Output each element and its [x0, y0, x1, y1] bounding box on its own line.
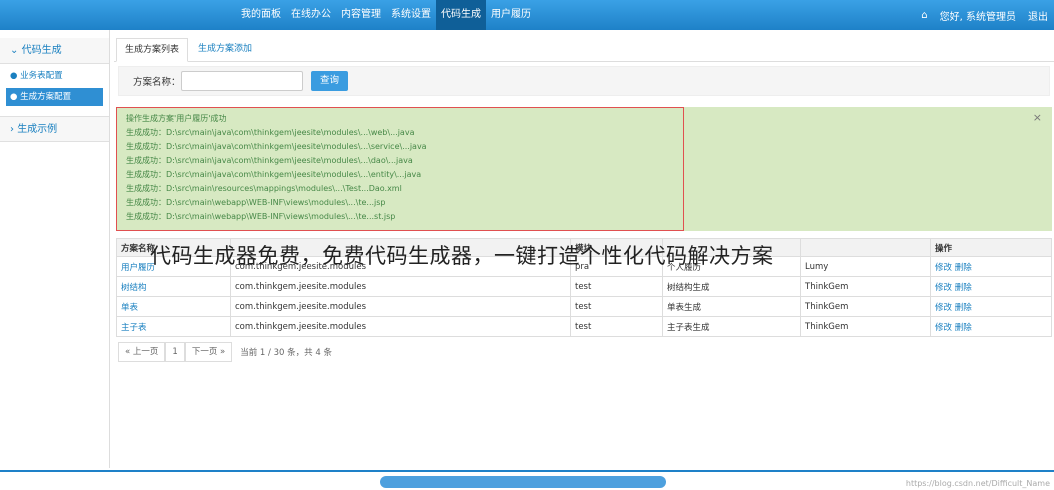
- redaction-scribble: [380, 476, 666, 488]
- prev-page-button[interactable]: « 上一页: [118, 342, 166, 362]
- alert-line: 生成成功：D:\src\main\webapp\WEB-INF\views\mo…: [126, 198, 386, 207]
- cell-function: 树结构生成: [662, 276, 801, 297]
- alert-line: 操作生成方案'用户履历'成功: [126, 114, 227, 123]
- cell-author: ThinkGem: [800, 296, 931, 317]
- col-actions: 操作: [930, 238, 1052, 257]
- alert-line: 生成成功：D:\src\main\java\com\thinkgem\jeesi…: [126, 128, 415, 137]
- cell-package: com.thinkgem.jeesite.modules: [230, 296, 571, 317]
- page-number-button[interactable]: 1: [165, 342, 185, 362]
- sidebar: ⌄ 代码生成 ● 业务表配置 ● 生成方案配置 › 生成示例: [0, 30, 110, 468]
- alert-line: 生成成功：D:\src\main\java\com\thinkgem\jeesi…: [126, 156, 413, 165]
- watermark: https://blog.csdn.net/Difficult_Name: [905, 479, 1050, 488]
- top-navbar: 我的面板 在线办公 内容管理 系统设置 代码生成 用户履历 ⌂ 您好, 系统管理…: [0, 0, 1054, 30]
- circle-arrow-icon: ●: [10, 71, 18, 81]
- circle-arrow-icon: ●: [10, 92, 18, 102]
- cell-function: 主子表生成: [662, 316, 801, 337]
- cell-package: com.thinkgem.jeesite.modules: [230, 276, 571, 297]
- success-alert: 操作生成方案'用户履历'成功 生成成功：D:\src\main\java\com…: [116, 107, 1052, 231]
- cell-author: ThinkGem: [800, 276, 931, 297]
- alert-line: 生成成功：D:\src\main\java\com\thinkgem\jeesi…: [126, 170, 422, 179]
- overlay-caption: 代码生成器免费，免费代码生成器，一键打造个性化代码解决方案: [150, 244, 774, 268]
- main-nav: 我的面板 在线办公 内容管理 系统设置 代码生成 用户履历: [236, 0, 536, 30]
- row-actions[interactable]: 修改 删除: [930, 256, 1052, 277]
- nav-system-settings[interactable]: 系统设置: [386, 0, 436, 30]
- pagination: « 上一页 1 下一页 » 当前 1 / 30 条，共 4 条: [118, 342, 332, 362]
- cell-package: com.thinkgem.jeesite.modules: [230, 316, 571, 337]
- bottom-divider: [0, 470, 1054, 472]
- alert-line: 生成成功：D:\src\main\resources\mappings\modu…: [126, 184, 402, 193]
- col-author: [800, 238, 931, 257]
- user-greeting[interactable]: 您好, 系统管理员: [934, 8, 1022, 23]
- chevron-down-icon: ⌄: [10, 45, 19, 56]
- search-bar: 方案名称： 查询: [118, 66, 1050, 96]
- chevron-right-icon: ›: [10, 124, 14, 135]
- cell-function: 单表生成: [662, 296, 801, 317]
- tab-scheme-list[interactable]: 生成方案列表: [116, 38, 189, 62]
- sidebar-item-label: 生成方案配置: [20, 92, 72, 102]
- row-actions[interactable]: 修改 删除: [930, 296, 1052, 317]
- row-actions[interactable]: 修改 删除: [930, 276, 1052, 297]
- sidebar-item-business-table[interactable]: ● 业务表配置: [6, 67, 103, 85]
- sidebar-section-examples[interactable]: › 生成示例: [0, 116, 109, 142]
- search-button[interactable]: 查询: [311, 71, 348, 91]
- nav-my-panel[interactable]: 我的面板: [236, 0, 286, 30]
- cell-module: test: [570, 296, 663, 317]
- tab-bar: 生成方案列表 生成方案添加: [114, 38, 1054, 62]
- scheme-name-link[interactable]: 主子表: [116, 316, 231, 337]
- nav-online-office[interactable]: 在线办公: [286, 0, 336, 30]
- cell-author: ThinkGem: [800, 316, 931, 337]
- next-page-button[interactable]: 下一页 »: [184, 342, 233, 362]
- row-actions[interactable]: 修改 删除: [930, 316, 1052, 337]
- logout-link[interactable]: 退出: [1022, 8, 1054, 23]
- table-row: 单表 com.thinkgem.jeesite.modules test 单表生…: [116, 296, 1052, 317]
- search-label: 方案名称：: [133, 77, 181, 88]
- cell-module: test: [570, 276, 663, 297]
- nav-user-history[interactable]: 用户履历: [486, 0, 536, 30]
- scheme-name-link[interactable]: 树结构: [116, 276, 231, 297]
- home-icon[interactable]: ⌂: [915, 10, 933, 21]
- nav-content-management[interactable]: 内容管理: [336, 0, 386, 30]
- scheme-name-input[interactable]: [181, 71, 303, 91]
- close-icon[interactable]: ×: [1033, 111, 1042, 124]
- table-row: 主子表 com.thinkgem.jeesite.modules test 主子…: [116, 316, 1052, 337]
- scheme-name-link[interactable]: 单表: [116, 296, 231, 317]
- sidebar-section-label: 生成示例: [17, 124, 58, 135]
- sidebar-section-code-gen[interactable]: ⌄ 代码生成: [0, 38, 109, 64]
- sidebar-section-label: 代码生成: [21, 45, 62, 56]
- pagination-info: 当前 1 / 30 条，共 4 条: [240, 348, 332, 358]
- sidebar-item-scheme-config[interactable]: ● 生成方案配置: [6, 88, 103, 106]
- alert-line: 生成成功：D:\src\main\java\com\thinkgem\jeesi…: [126, 142, 427, 151]
- top-right-area: ⌂ 您好, 系统管理员 退出: [915, 0, 1054, 30]
- cell-module: test: [570, 316, 663, 337]
- nav-code-generation[interactable]: 代码生成: [436, 0, 486, 30]
- alert-line: 生成成功：D:\src\main\webapp\WEB-INF\views\mo…: [126, 212, 396, 221]
- table-row: 树结构 com.thinkgem.jeesite.modules test 树结…: [116, 276, 1052, 297]
- cell-author: Lumy: [800, 256, 931, 277]
- tab-scheme-add[interactable]: 生成方案添加: [190, 38, 260, 62]
- sidebar-item-label: 业务表配置: [20, 71, 63, 81]
